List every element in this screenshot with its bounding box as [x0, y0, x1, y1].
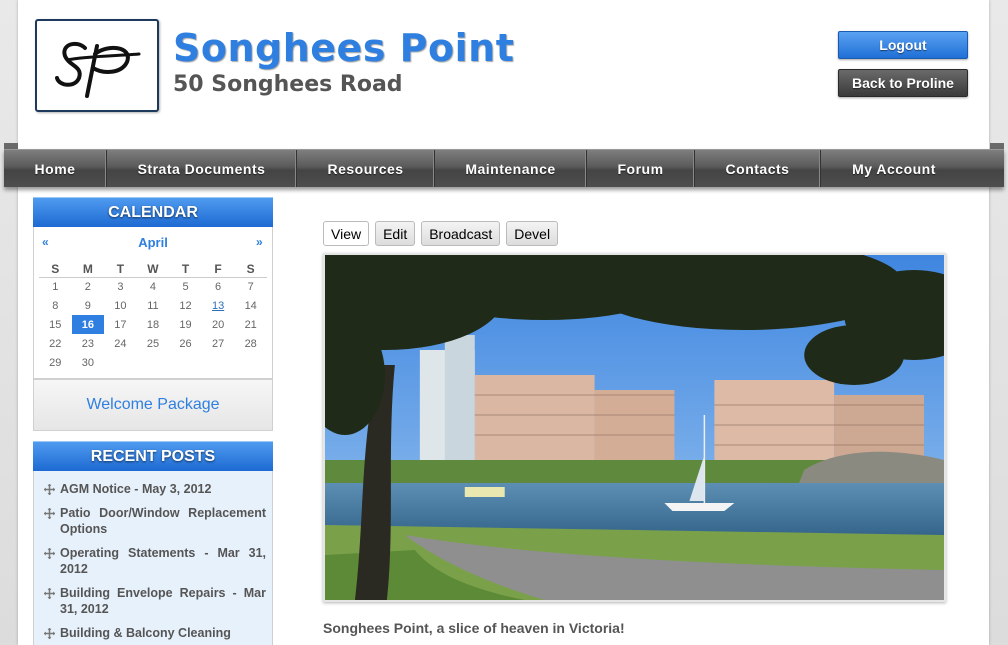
post-title[interactable]: Building Envelope Repairs - Mar 31, 2012 — [50, 585, 266, 617]
calendar-day: 11 — [147, 299, 159, 312]
weekday-header: S — [234, 261, 267, 278]
list-item[interactable]: Patio Door/Window Replacement Options — [44, 505, 266, 537]
calendar-day: 18 — [146, 318, 160, 331]
tab-view[interactable]: View — [323, 221, 370, 246]
calendar-day: 9 — [84, 299, 91, 312]
calendar-day: 3 — [117, 280, 124, 293]
post-title[interactable]: Patio Door/Window Replacement Options — [50, 505, 266, 537]
calendar-day: 5 — [182, 280, 189, 293]
post-title[interactable]: Operating Statements - Mar 31, 2012 — [50, 545, 266, 577]
calendar-day: 4 — [149, 280, 157, 293]
expand-plus-icon — [44, 588, 55, 599]
calendar-heading: CALENDAR — [33, 197, 273, 227]
main-navigation: Home Strata Documents Resources Maintena… — [4, 149, 1004, 187]
weekday-header: W — [136, 261, 170, 278]
calendar-week: 1 2 3 4 5 6 7 — [39, 277, 267, 296]
calendar-day: 21 — [244, 318, 257, 331]
calendar-day: 30 — [81, 356, 94, 369]
weekday-header: T — [169, 261, 202, 278]
list-item[interactable]: Building & Balcony Cleaning — [44, 625, 266, 641]
calendar-week: 15 16 17 18 19 20 21 — [39, 315, 267, 334]
nav-contacts[interactable]: Contacts — [695, 150, 821, 187]
calendar-next-link[interactable]: » — [256, 235, 263, 249]
logout-button[interactable]: Logout — [838, 31, 968, 59]
nav-forum[interactable]: Forum — [587, 150, 695, 187]
list-item[interactable]: AGM Notice - May 3, 2012 — [44, 481, 266, 497]
calendar-day: 20 — [211, 318, 225, 331]
calendar-day: 2 — [84, 280, 91, 293]
calendar-grid: SMTWTFS 1 2 3 4 5 6 7 8 9 10 11 12 13 14 15 16 17 18 19 20 2… — [39, 261, 267, 372]
calendar-day: 7 — [247, 280, 254, 293]
calendar-day: 17 — [114, 318, 127, 331]
calendar: « April » SMTWTFS 1 2 3 4 5 6 7 8 9 10 11 12 13 14 15 1… — [33, 227, 273, 379]
recent-posts-list: AGM Notice - May 3, 2012 Patio Door/Wind… — [33, 471, 273, 645]
site-name[interactable]: Songhees Point — [173, 26, 514, 70]
calendar-day: 19 — [179, 318, 192, 331]
calendar-day: 8 — [52, 299, 59, 312]
calendar-day: 29 — [49, 356, 62, 369]
nav-my-account[interactable]: My Account — [821, 150, 967, 187]
calendar-empty-cell — [137, 353, 170, 372]
calendar-day: 22 — [49, 337, 62, 350]
calendar-empty-cell — [169, 353, 202, 372]
expand-plus-icon — [44, 548, 55, 559]
site-logo[interactable] — [35, 19, 159, 112]
post-title[interactable]: Building & Balcony Cleaning — [50, 625, 266, 641]
calendar-week: 22 23 24 25 26 27 28 — [39, 334, 267, 353]
weekday-header: S — [39, 261, 72, 278]
list-item[interactable]: Building Envelope Repairs - Mar 31, 2012 — [44, 585, 266, 617]
calendar-day[interactable]: 13 — [202, 296, 235, 315]
tab-broadcast[interactable]: Broadcast — [421, 221, 501, 246]
welcome-package-link[interactable]: Welcome Package — [33, 379, 273, 431]
calendar-day: 24 — [114, 337, 127, 350]
photo-illustration — [325, 255, 944, 600]
list-item[interactable]: Operating Statements - Mar 31, 2012 — [44, 545, 266, 577]
nav-resources[interactable]: Resources — [297, 150, 435, 187]
expand-plus-icon — [44, 508, 55, 519]
calendar-day: 10 — [114, 299, 127, 312]
calendar-day: 15 — [49, 318, 62, 331]
calendar-day: 23 — [81, 337, 94, 350]
expand-plus-icon — [44, 628, 55, 639]
tab-edit[interactable]: Edit — [375, 221, 416, 246]
calendar-day: 27 — [211, 337, 225, 350]
site-slogan: 50 Songhees Road — [173, 72, 403, 97]
calendar-day: 16 — [71, 315, 105, 334]
nav-strata-documents[interactable]: Strata Documents — [107, 150, 297, 187]
calendar-day: 28 — [244, 337, 257, 350]
post-title[interactable]: AGM Notice - May 3, 2012 — [50, 481, 266, 497]
sp-logo-icon — [55, 41, 141, 98]
back-to-proline-button[interactable]: Back to Proline — [838, 69, 968, 97]
calendar-day: 14 — [244, 299, 257, 312]
nav-maintenance[interactable]: Maintenance — [435, 150, 587, 187]
waterfront-photo — [323, 253, 946, 602]
calendar-day: 1 — [52, 280, 59, 293]
nav-home[interactable]: Home — [4, 150, 107, 187]
calendar-empty-cell — [202, 353, 235, 372]
calendar-empty-cell — [234, 353, 267, 372]
calendar-week: 8 9 10 11 12 13 14 — [39, 296, 267, 315]
calendar-week: 29 30 — [39, 353, 267, 372]
local-tasks-tabs: View Edit Broadcast Devel — [323, 221, 559, 246]
photo-caption: Songhees Point, a slice of heaven in Vic… — [323, 620, 625, 636]
weekday-header: M — [71, 261, 105, 278]
expand-plus-icon — [44, 484, 55, 495]
calendar-day: 25 — [146, 337, 160, 350]
calendar-empty-cell — [104, 353, 137, 372]
tab-devel[interactable]: Devel — [506, 221, 559, 246]
calendar-month[interactable]: April — [34, 235, 272, 250]
weekday-header: T — [104, 261, 137, 278]
weekday-header: F — [201, 261, 235, 278]
recent-posts-heading: RECENT POSTS — [33, 441, 273, 471]
calendar-day: 6 — [215, 280, 222, 293]
calendar-day: 26 — [179, 337, 192, 350]
calendar-day: 12 — [179, 299, 192, 312]
